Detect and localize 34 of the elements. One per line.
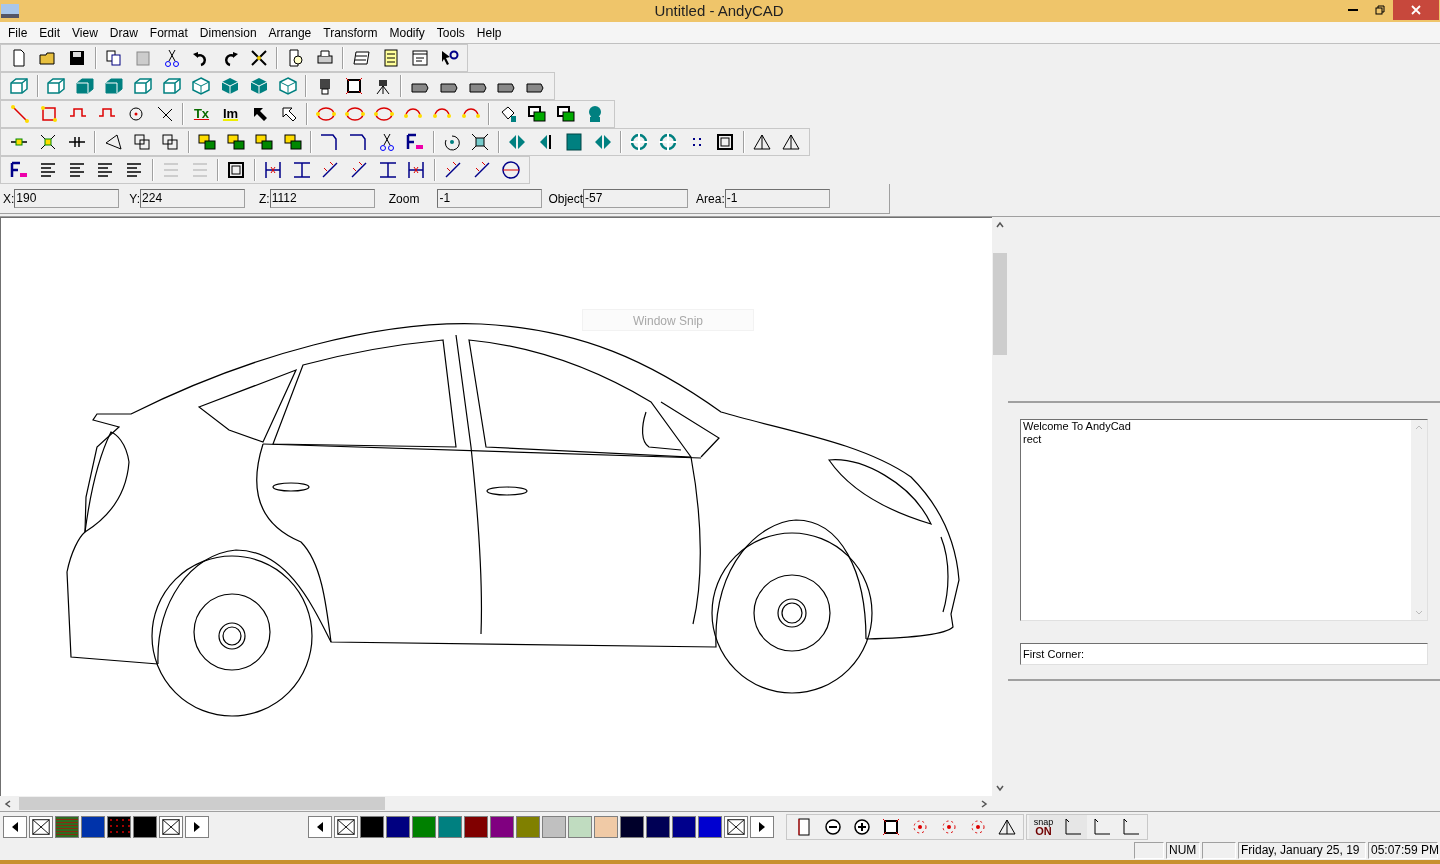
menu-item[interactable]: View bbox=[66, 23, 104, 42]
text-tool-button[interactable]: Tx bbox=[187, 102, 216, 126]
coordinate-field[interactable]: -1 bbox=[724, 189, 830, 208]
text-tool-button[interactable]: Im bbox=[216, 102, 245, 126]
coordinate-label: Y: bbox=[129, 190, 141, 208]
coordinate-field[interactable]: 190 bbox=[14, 189, 120, 208]
status-pane: Friday, January 25, 19 bbox=[1238, 842, 1366, 859]
menu-item[interactable]: File bbox=[2, 23, 34, 42]
menu-item[interactable]: Tools bbox=[430, 23, 471, 42]
menu-item[interactable]: Modify bbox=[383, 23, 431, 42]
menu-item[interactable]: Format bbox=[143, 23, 194, 42]
console-line: Welcome To AndyCad bbox=[1023, 420, 1132, 433]
snap-toggle[interactable]: snap ON bbox=[1029, 814, 1058, 839]
menu-item[interactable]: Help bbox=[470, 23, 508, 42]
menu-item[interactable]: Arrange bbox=[262, 23, 318, 42]
console-line: rect bbox=[1023, 433, 1043, 446]
coordinate-field[interactable]: 1112 bbox=[269, 189, 375, 208]
window-snip-label: Window Snip bbox=[582, 309, 754, 331]
window-title: Untitled - AndyCAD bbox=[654, 0, 784, 21]
coordinate-label: Zoom bbox=[388, 190, 420, 208]
coordinate-field[interactable]: -57 bbox=[583, 189, 689, 208]
coordinate-field[interactable]: 224 bbox=[140, 189, 246, 208]
command-input[interactable]: First Corner: bbox=[1020, 643, 1428, 665]
coordinate-label: Z: bbox=[259, 190, 270, 208]
menu-item[interactable]: Edit bbox=[33, 23, 67, 42]
coordinate-field[interactable]: -1 bbox=[437, 189, 543, 208]
status-pane: 05:07:59 PM bbox=[1368, 842, 1438, 859]
menu-item[interactable]: Dimension bbox=[193, 23, 263, 42]
status-pane: NUM bbox=[1166, 842, 1200, 859]
coordinate-label: Area: bbox=[696, 190, 725, 208]
coordinate-label: X: bbox=[3, 190, 15, 208]
coordinate-label: Object bbox=[548, 190, 584, 208]
menu-item[interactable]: Transform bbox=[317, 23, 384, 42]
menu-item[interactable]: Draw bbox=[103, 23, 144, 42]
